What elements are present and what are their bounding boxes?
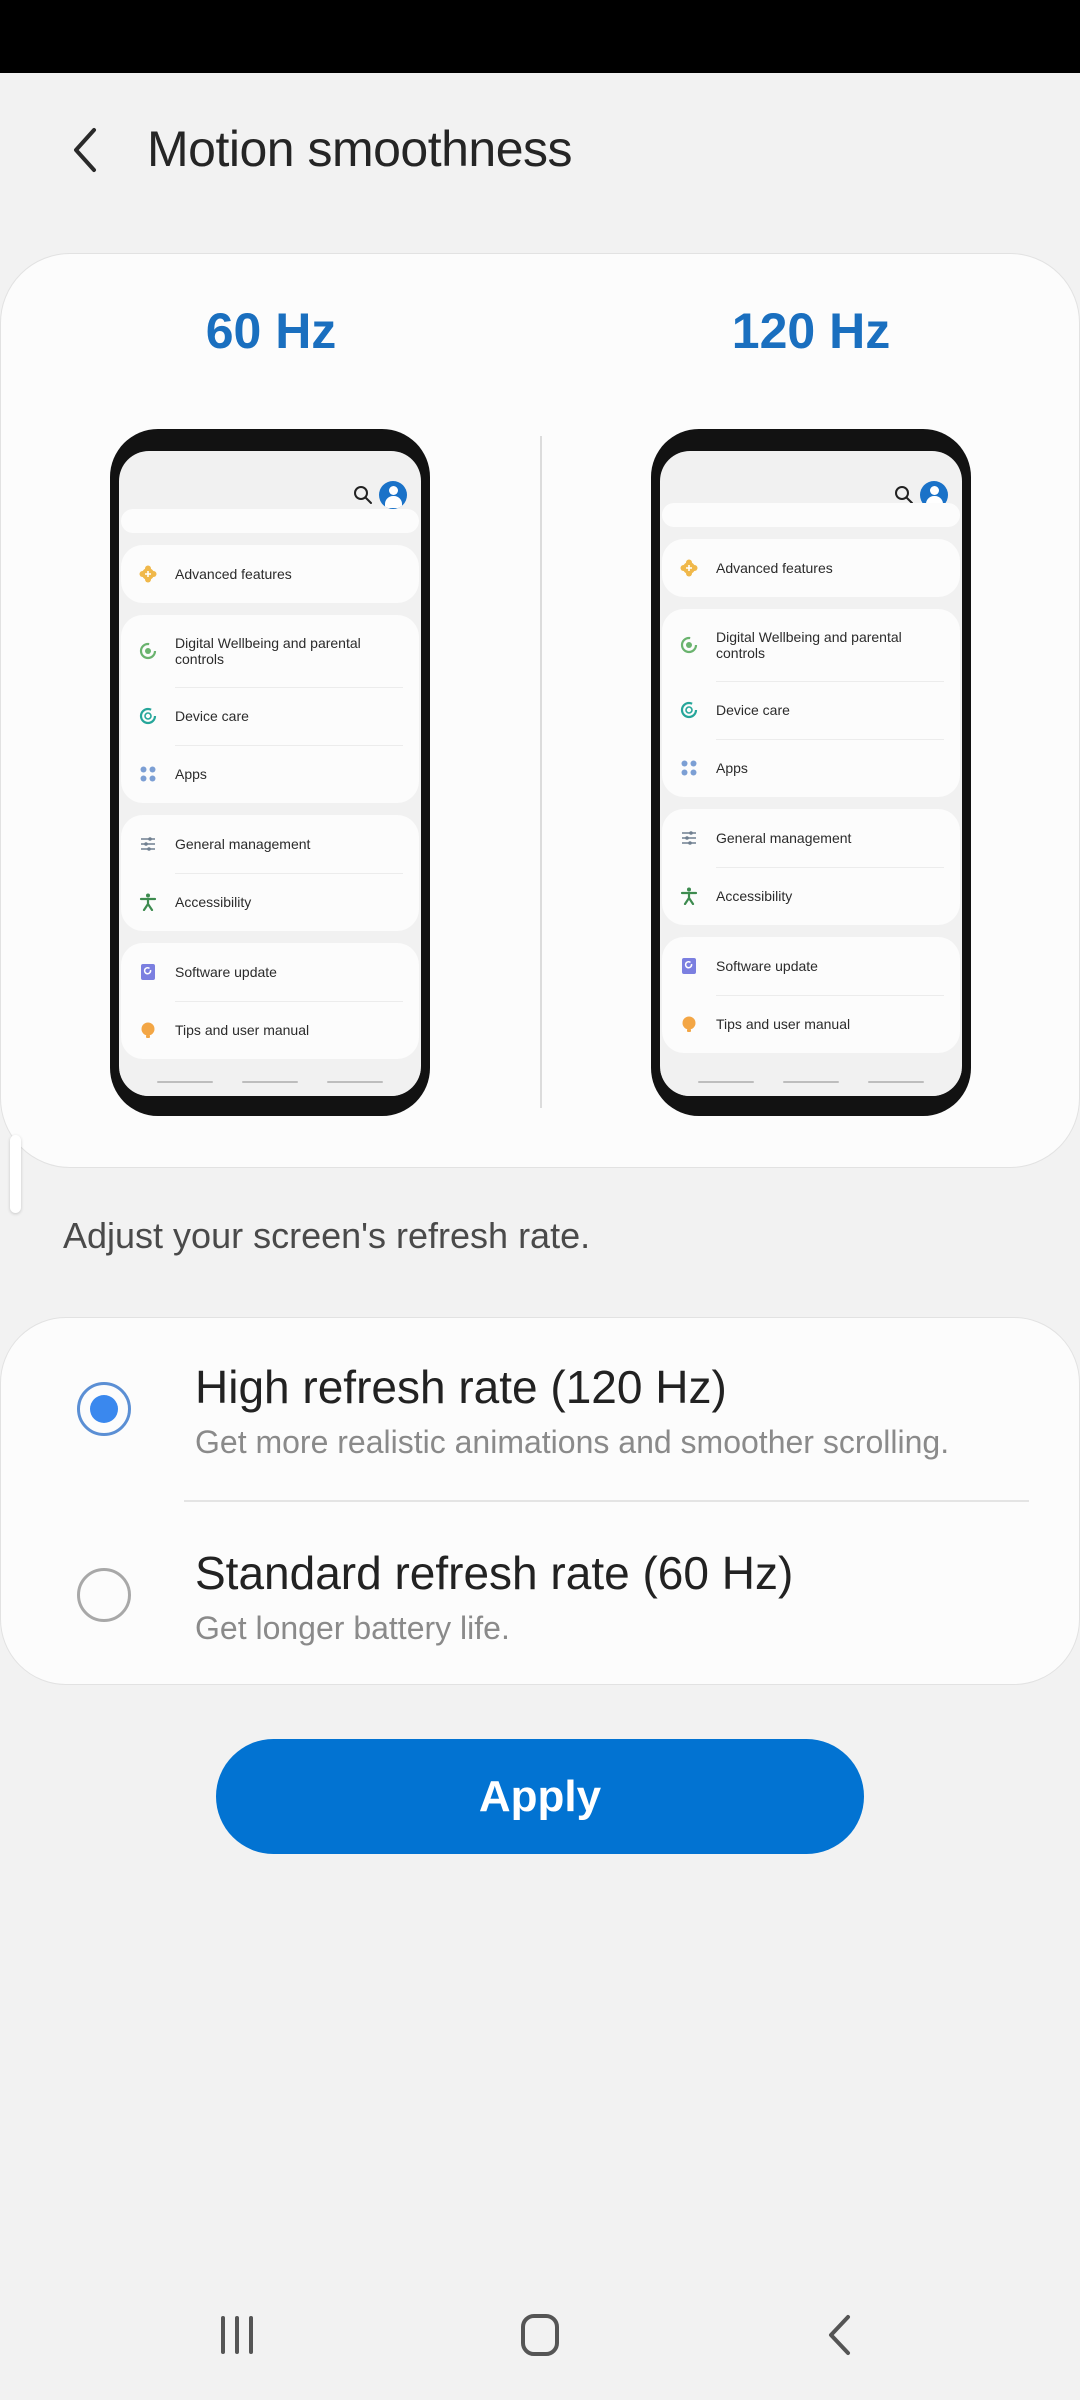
mockup-list-item: Digital Wellbeing and parental controls [121, 615, 419, 687]
mockup-list-item: Advanced features [662, 539, 960, 597]
mockup-item-label: Device care [175, 708, 249, 724]
tips-icon [680, 1015, 698, 1033]
radio-button[interactable] [77, 1568, 131, 1622]
chevron-left-icon [74, 128, 96, 172]
device-care-icon [139, 707, 157, 725]
mockup-settings-group: Digital Wellbeing and parental controls D… [662, 609, 960, 797]
preview-label-120hz: 120 Hz [731, 303, 891, 359]
mockup-item-label: Software update [175, 964, 277, 980]
general-management-icon [680, 829, 698, 847]
mockup-item-label: Tips and user manual [716, 1016, 851, 1032]
option-high-refresh-rate[interactable]: High refresh rate (120 Hz) Get more real… [1, 1318, 1080, 1502]
apply-button[interactable]: Apply [216, 1739, 864, 1854]
scroll-handle[interactable] [10, 1135, 21, 1213]
mockup-item-label: Apps [716, 760, 748, 776]
mockup-settings-group: Advanced features [121, 545, 419, 603]
mockup-partial-group [662, 503, 960, 527]
home-button[interactable] [500, 2300, 580, 2370]
digital-wellbeing-icon [139, 642, 157, 660]
mockup-item-label: General management [716, 830, 852, 846]
apps-icon [680, 759, 698, 777]
mockup-item-label: Digital Wellbeing and parental controls [716, 629, 902, 661]
recents-icon [221, 2316, 253, 2354]
option-subtitle: Get more realistic animations and smooth… [195, 1424, 950, 1460]
status-bar [0, 0, 1080, 73]
advanced-features-icon [139, 565, 157, 583]
mockup-partial-group [121, 509, 419, 533]
mockup-item-label: Advanced features [716, 560, 833, 576]
digital-wellbeing-icon [680, 636, 698, 654]
option-standard-refresh-rate[interactable]: Standard refresh rate (60 Hz) Get longer… [1, 1502, 1080, 1686]
mockup-item-label: Accessibility [175, 894, 252, 910]
mockup-list-item: Device care [662, 681, 960, 739]
system-nav-bar [0, 2280, 1080, 2400]
software-update-icon [680, 957, 698, 975]
mockup-list-item: Apps [662, 739, 960, 797]
mockup-nav-bar [119, 1070, 421, 1096]
option-title: Standard refresh rate (60 Hz) [195, 1547, 794, 1599]
mockup-settings-group: Advanced features [662, 539, 960, 597]
mockup-settings-group: Software update Tips and user manual [662, 937, 960, 1053]
preview-divider [540, 436, 542, 1108]
mockup-item-label: Apps [175, 766, 207, 782]
tips-icon [139, 1021, 157, 1039]
mockup-list-item: General management [662, 809, 960, 867]
phone-mockup-120hz: Advanced features Digital Wellbeing and p… [651, 429, 971, 1116]
back-button[interactable] [58, 122, 114, 178]
mockup-settings-group: Digital Wellbeing and parental controls D… [121, 615, 419, 803]
option-subtitle: Get longer battery life. [195, 1610, 510, 1646]
mockup-list-item: Software update [121, 943, 419, 1001]
back-nav-button[interactable] [800, 2300, 880, 2370]
mockup-settings-group: General management Accessibility [662, 809, 960, 925]
preview-label-60hz: 60 Hz [205, 303, 337, 359]
mockup-list-item: Tips and user manual [121, 1001, 419, 1059]
recents-button[interactable] [198, 2300, 278, 2370]
page-title: Motion smoothness [147, 121, 573, 177]
mockup-item-label: Accessibility [716, 888, 793, 904]
phone-screen: Advanced features Digital Wellbeing and p… [119, 451, 421, 1096]
mockup-item-label: Advanced features [175, 566, 292, 582]
mockup-list-item: Apps [121, 745, 419, 803]
refresh-rate-preview-card: 60 Hz 120 Hz Advanced features Digital We… [0, 253, 1080, 1168]
mockup-list-item: Accessibility [662, 867, 960, 925]
mockup-item-label: Digital Wellbeing and parental controls [175, 635, 361, 667]
mockup-list-item: Advanced features [121, 545, 419, 603]
mockup-list-item: Digital Wellbeing and parental controls [662, 609, 960, 681]
search-icon [354, 486, 372, 504]
mockup-item-label: Software update [716, 958, 818, 974]
device-care-icon [680, 701, 698, 719]
mockup-list-item: General management [121, 815, 419, 873]
accessibility-icon [139, 893, 157, 912]
radio-button-selected[interactable] [77, 1382, 131, 1436]
option-title: High refresh rate (120 Hz) [195, 1361, 727, 1413]
phone-screen: Advanced features Digital Wellbeing and p… [660, 451, 962, 1096]
mockup-list-item: Accessibility [121, 873, 419, 931]
software-update-icon [139, 963, 157, 981]
back-icon [829, 2315, 850, 2355]
apps-icon [139, 765, 157, 783]
phone-mockup-60hz: Advanced features Digital Wellbeing and p… [110, 429, 430, 1116]
advanced-features-icon [680, 559, 698, 577]
general-management-icon [139, 835, 157, 853]
refresh-rate-options: High refresh rate (120 Hz) Get more real… [0, 1317, 1080, 1685]
mockup-list-item: Device care [121, 687, 419, 745]
search-icon [895, 486, 913, 504]
mockup-nav-bar [660, 1070, 962, 1096]
mockup-settings-list: Advanced features Digital Wellbeing and p… [119, 509, 421, 1071]
mockup-item-label: General management [175, 836, 311, 852]
mockup-settings-group: General management Accessibility [121, 815, 419, 931]
mockup-settings-group: Software update Tips and user manual [121, 943, 419, 1059]
mockup-item-label: Device care [716, 702, 790, 718]
mockup-item-label: Tips and user manual [175, 1022, 310, 1038]
mockup-settings-list: Advanced features Digital Wellbeing and p… [660, 503, 962, 1065]
profile-avatar-icon [379, 481, 407, 509]
home-icon [521, 2314, 559, 2356]
mockup-list-item: Tips and user manual [662, 995, 960, 1053]
app-header: Motion smoothness [0, 100, 1080, 200]
description-text: Adjust your screen's refresh rate. [63, 1215, 591, 1256]
mockup-list-item: Software update [662, 937, 960, 995]
accessibility-icon [680, 887, 698, 906]
